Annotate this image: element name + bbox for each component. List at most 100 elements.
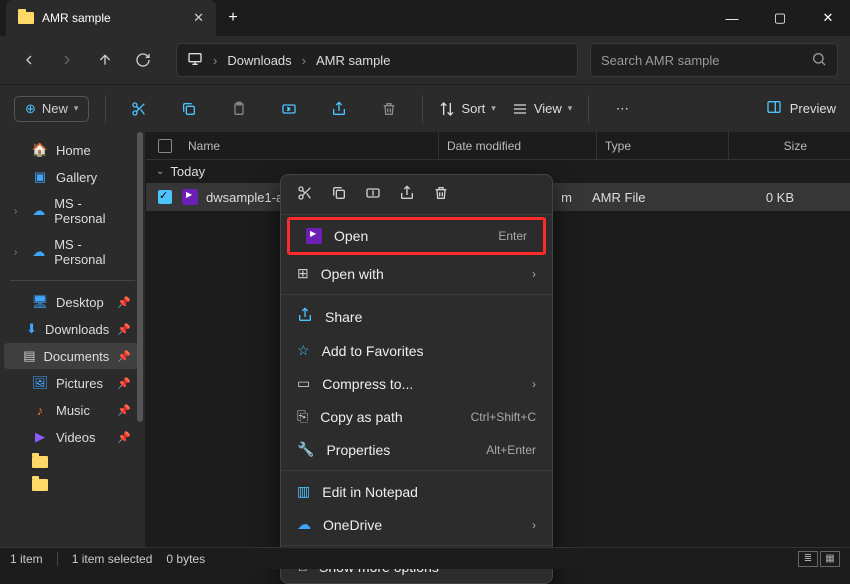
separator bbox=[10, 280, 135, 281]
view-button[interactable]: View ▾ bbox=[512, 92, 572, 126]
chevron-right-icon: › bbox=[213, 53, 217, 68]
star-icon: ☆ bbox=[297, 342, 310, 359]
copy-icon[interactable] bbox=[331, 185, 347, 204]
column-date[interactable]: Date modified bbox=[439, 132, 597, 159]
chevron-down-icon: ▾ bbox=[74, 103, 79, 114]
context-copy-path[interactable]: ⎘ Copy as path Ctrl+Shift+C bbox=[281, 400, 552, 433]
context-share[interactable]: Share bbox=[281, 299, 552, 334]
file-checkbox[interactable] bbox=[158, 190, 172, 204]
separator bbox=[57, 552, 58, 566]
separator bbox=[281, 294, 552, 295]
column-type[interactable]: Type bbox=[597, 132, 729, 159]
more-button[interactable]: ⋯ bbox=[605, 92, 639, 126]
rename-icon[interactable] bbox=[365, 185, 381, 204]
monitor-icon bbox=[187, 51, 203, 70]
cut-icon[interactable] bbox=[297, 185, 313, 204]
delete-icon[interactable] bbox=[433, 185, 449, 204]
thumbnails-view-button[interactable]: ▦ bbox=[820, 551, 840, 567]
crumb-downloads[interactable]: Downloads bbox=[227, 53, 291, 68]
context-favorites[interactable]: ☆ Add to Favorites bbox=[281, 334, 552, 367]
search-placeholder: Search AMR sample bbox=[601, 53, 811, 68]
column-size[interactable]: Size bbox=[729, 132, 817, 159]
context-open[interactable]: Open Enter bbox=[290, 220, 543, 252]
new-tab-button[interactable]: + bbox=[216, 2, 250, 34]
cloud-icon: ☁ bbox=[31, 203, 46, 219]
chevron-right-icon: › bbox=[302, 53, 306, 68]
separator bbox=[588, 95, 589, 123]
share-icon bbox=[297, 307, 313, 326]
sidebar-item-documents[interactable]: ▤Documents📌 bbox=[4, 343, 141, 369]
minimize-button[interactable]: ― bbox=[710, 2, 754, 34]
sidebar-item-gallery[interactable]: ▣Gallery bbox=[4, 164, 141, 190]
sidebar-item-folder-1[interactable] bbox=[4, 451, 141, 473]
archive-icon: ▭ bbox=[297, 375, 310, 392]
forward-button[interactable] bbox=[50, 43, 84, 77]
download-icon: ⬇ bbox=[26, 321, 37, 337]
paste-button[interactable] bbox=[222, 92, 256, 126]
separator bbox=[105, 95, 106, 123]
preview-icon bbox=[766, 99, 782, 118]
window-tab[interactable]: AMR sample ✕ bbox=[6, 0, 216, 36]
share-button[interactable] bbox=[322, 92, 356, 126]
nav-bar: › Downloads › AMR sample Search AMR samp… bbox=[0, 36, 850, 84]
search-input[interactable]: Search AMR sample bbox=[590, 43, 838, 77]
sidebar-item-home[interactable]: 🏠Home bbox=[4, 137, 141, 163]
context-properties[interactable]: 🔧 Properties Alt+Enter bbox=[281, 433, 552, 466]
context-edit-notepad[interactable]: ▥ Edit in Notepad bbox=[281, 475, 552, 508]
file-type: AMR File bbox=[584, 190, 716, 205]
pictures-icon: 🖼 bbox=[32, 375, 48, 391]
sidebar-item-onedrive-1[interactable]: ›☁MS - Personal bbox=[4, 191, 141, 231]
separator bbox=[281, 470, 552, 471]
sidebar-item-onedrive-2[interactable]: ›☁MS - Personal bbox=[4, 232, 141, 272]
status-size: 0 bytes bbox=[166, 552, 205, 566]
preview-button[interactable]: Preview bbox=[766, 99, 836, 118]
sidebar-item-music[interactable]: ♪Music📌 bbox=[4, 397, 141, 423]
details-view-button[interactable]: ≣ bbox=[798, 551, 818, 567]
navigation-pane: 🏠Home ▣Gallery ›☁MS - Personal ›☁MS - Pe… bbox=[0, 132, 146, 547]
sidebar-item-desktop[interactable]: 🖥Desktop📌 bbox=[4, 289, 141, 315]
music-icon: ♪ bbox=[32, 402, 48, 418]
copy-path-icon: ⎘ bbox=[297, 408, 308, 425]
context-menu: Open Enter ⊞ Open with › Share ☆ Add to … bbox=[280, 174, 553, 584]
cut-button[interactable] bbox=[122, 92, 156, 126]
rename-button[interactable] bbox=[272, 92, 306, 126]
refresh-button[interactable] bbox=[126, 43, 160, 77]
sidebar-item-videos[interactable]: ▶Videos📌 bbox=[4, 424, 141, 450]
crumb-folder[interactable]: AMR sample bbox=[316, 53, 390, 68]
breadcrumb[interactable]: › Downloads › AMR sample bbox=[176, 43, 578, 77]
search-icon bbox=[811, 51, 827, 70]
gallery-icon: ▣ bbox=[32, 169, 48, 185]
context-onedrive[interactable]: ☁ OneDrive › bbox=[281, 508, 552, 541]
separator bbox=[281, 545, 552, 546]
sidebar-item-pictures[interactable]: 🖼Pictures📌 bbox=[4, 370, 141, 396]
folder-icon bbox=[32, 456, 48, 468]
scrollbar-thumb[interactable] bbox=[137, 132, 143, 422]
sort-button[interactable]: Sort ▾ bbox=[439, 92, 495, 126]
sidebar-item-downloads[interactable]: ⬇Downloads📌 bbox=[4, 316, 141, 342]
column-headers: Name Date modified Type Size bbox=[146, 132, 850, 160]
column-name[interactable]: Name bbox=[184, 132, 439, 159]
up-button[interactable] bbox=[88, 43, 122, 77]
open-with-icon: ⊞ bbox=[297, 265, 309, 282]
copy-button[interactable] bbox=[172, 92, 206, 126]
back-button[interactable] bbox=[12, 43, 46, 77]
tab-title: AMR sample bbox=[42, 11, 185, 25]
chevron-right-icon: › bbox=[532, 267, 536, 281]
separator bbox=[422, 95, 423, 123]
sidebar-item-folder-2[interactable] bbox=[4, 474, 141, 496]
close-tab-icon[interactable]: ✕ bbox=[193, 10, 204, 26]
chevron-right-icon: › bbox=[532, 518, 536, 532]
select-all-checkbox[interactable] bbox=[158, 139, 172, 153]
wrench-icon: 🔧 bbox=[297, 441, 314, 458]
maximize-button[interactable]: ▢ bbox=[758, 2, 802, 34]
close-window-button[interactable]: ✕ bbox=[806, 2, 850, 34]
context-compress[interactable]: ▭ Compress to... › bbox=[281, 367, 552, 400]
command-bar: ⊕ New ▾ Sort ▾ View ▾ ⋯ Preview bbox=[0, 84, 850, 132]
new-button[interactable]: ⊕ New ▾ bbox=[14, 96, 89, 122]
share-icon[interactable] bbox=[399, 185, 415, 204]
context-open-with[interactable]: ⊞ Open with › bbox=[281, 257, 552, 290]
delete-button[interactable] bbox=[372, 92, 406, 126]
cloud-icon: ☁ bbox=[31, 244, 46, 260]
pin-icon: 📌 bbox=[117, 404, 131, 417]
status-selected-count: 1 item selected bbox=[72, 552, 153, 566]
